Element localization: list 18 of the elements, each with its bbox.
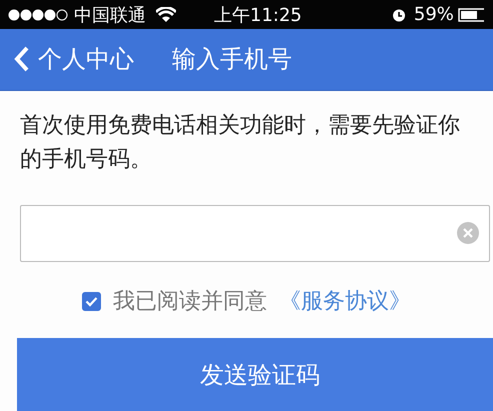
carrier-name: 中国联通 bbox=[74, 4, 146, 26]
page-title: 输入手机号 bbox=[172, 44, 292, 76]
agreement-label: 我已阅读并同意 bbox=[113, 288, 267, 316]
send-code-button[interactable]: 发送验证码 bbox=[17, 338, 493, 411]
clock-time: 上午11:25 bbox=[214, 4, 302, 26]
check-icon bbox=[85, 296, 98, 306]
back-chevron-icon bbox=[14, 46, 30, 72]
agree-checkbox[interactable] bbox=[82, 292, 101, 310]
back-button[interactable]: 个人中心 bbox=[14, 43, 134, 76]
alarm-icon bbox=[392, 8, 406, 22]
signal-icon bbox=[8, 8, 70, 20]
clear-icon[interactable] bbox=[457, 222, 479, 244]
instruction-text: 首次使用免费电话相关功能时，需要先验证你的手机号码。 bbox=[20, 112, 461, 174]
service-agreement-link[interactable]: 《服务协议》 bbox=[279, 286, 411, 316]
phone-number-field[interactable] bbox=[20, 204, 490, 262]
battery-percentage: 59% bbox=[414, 4, 454, 25]
battery-icon bbox=[458, 8, 484, 22]
wifi-icon bbox=[156, 6, 176, 22]
